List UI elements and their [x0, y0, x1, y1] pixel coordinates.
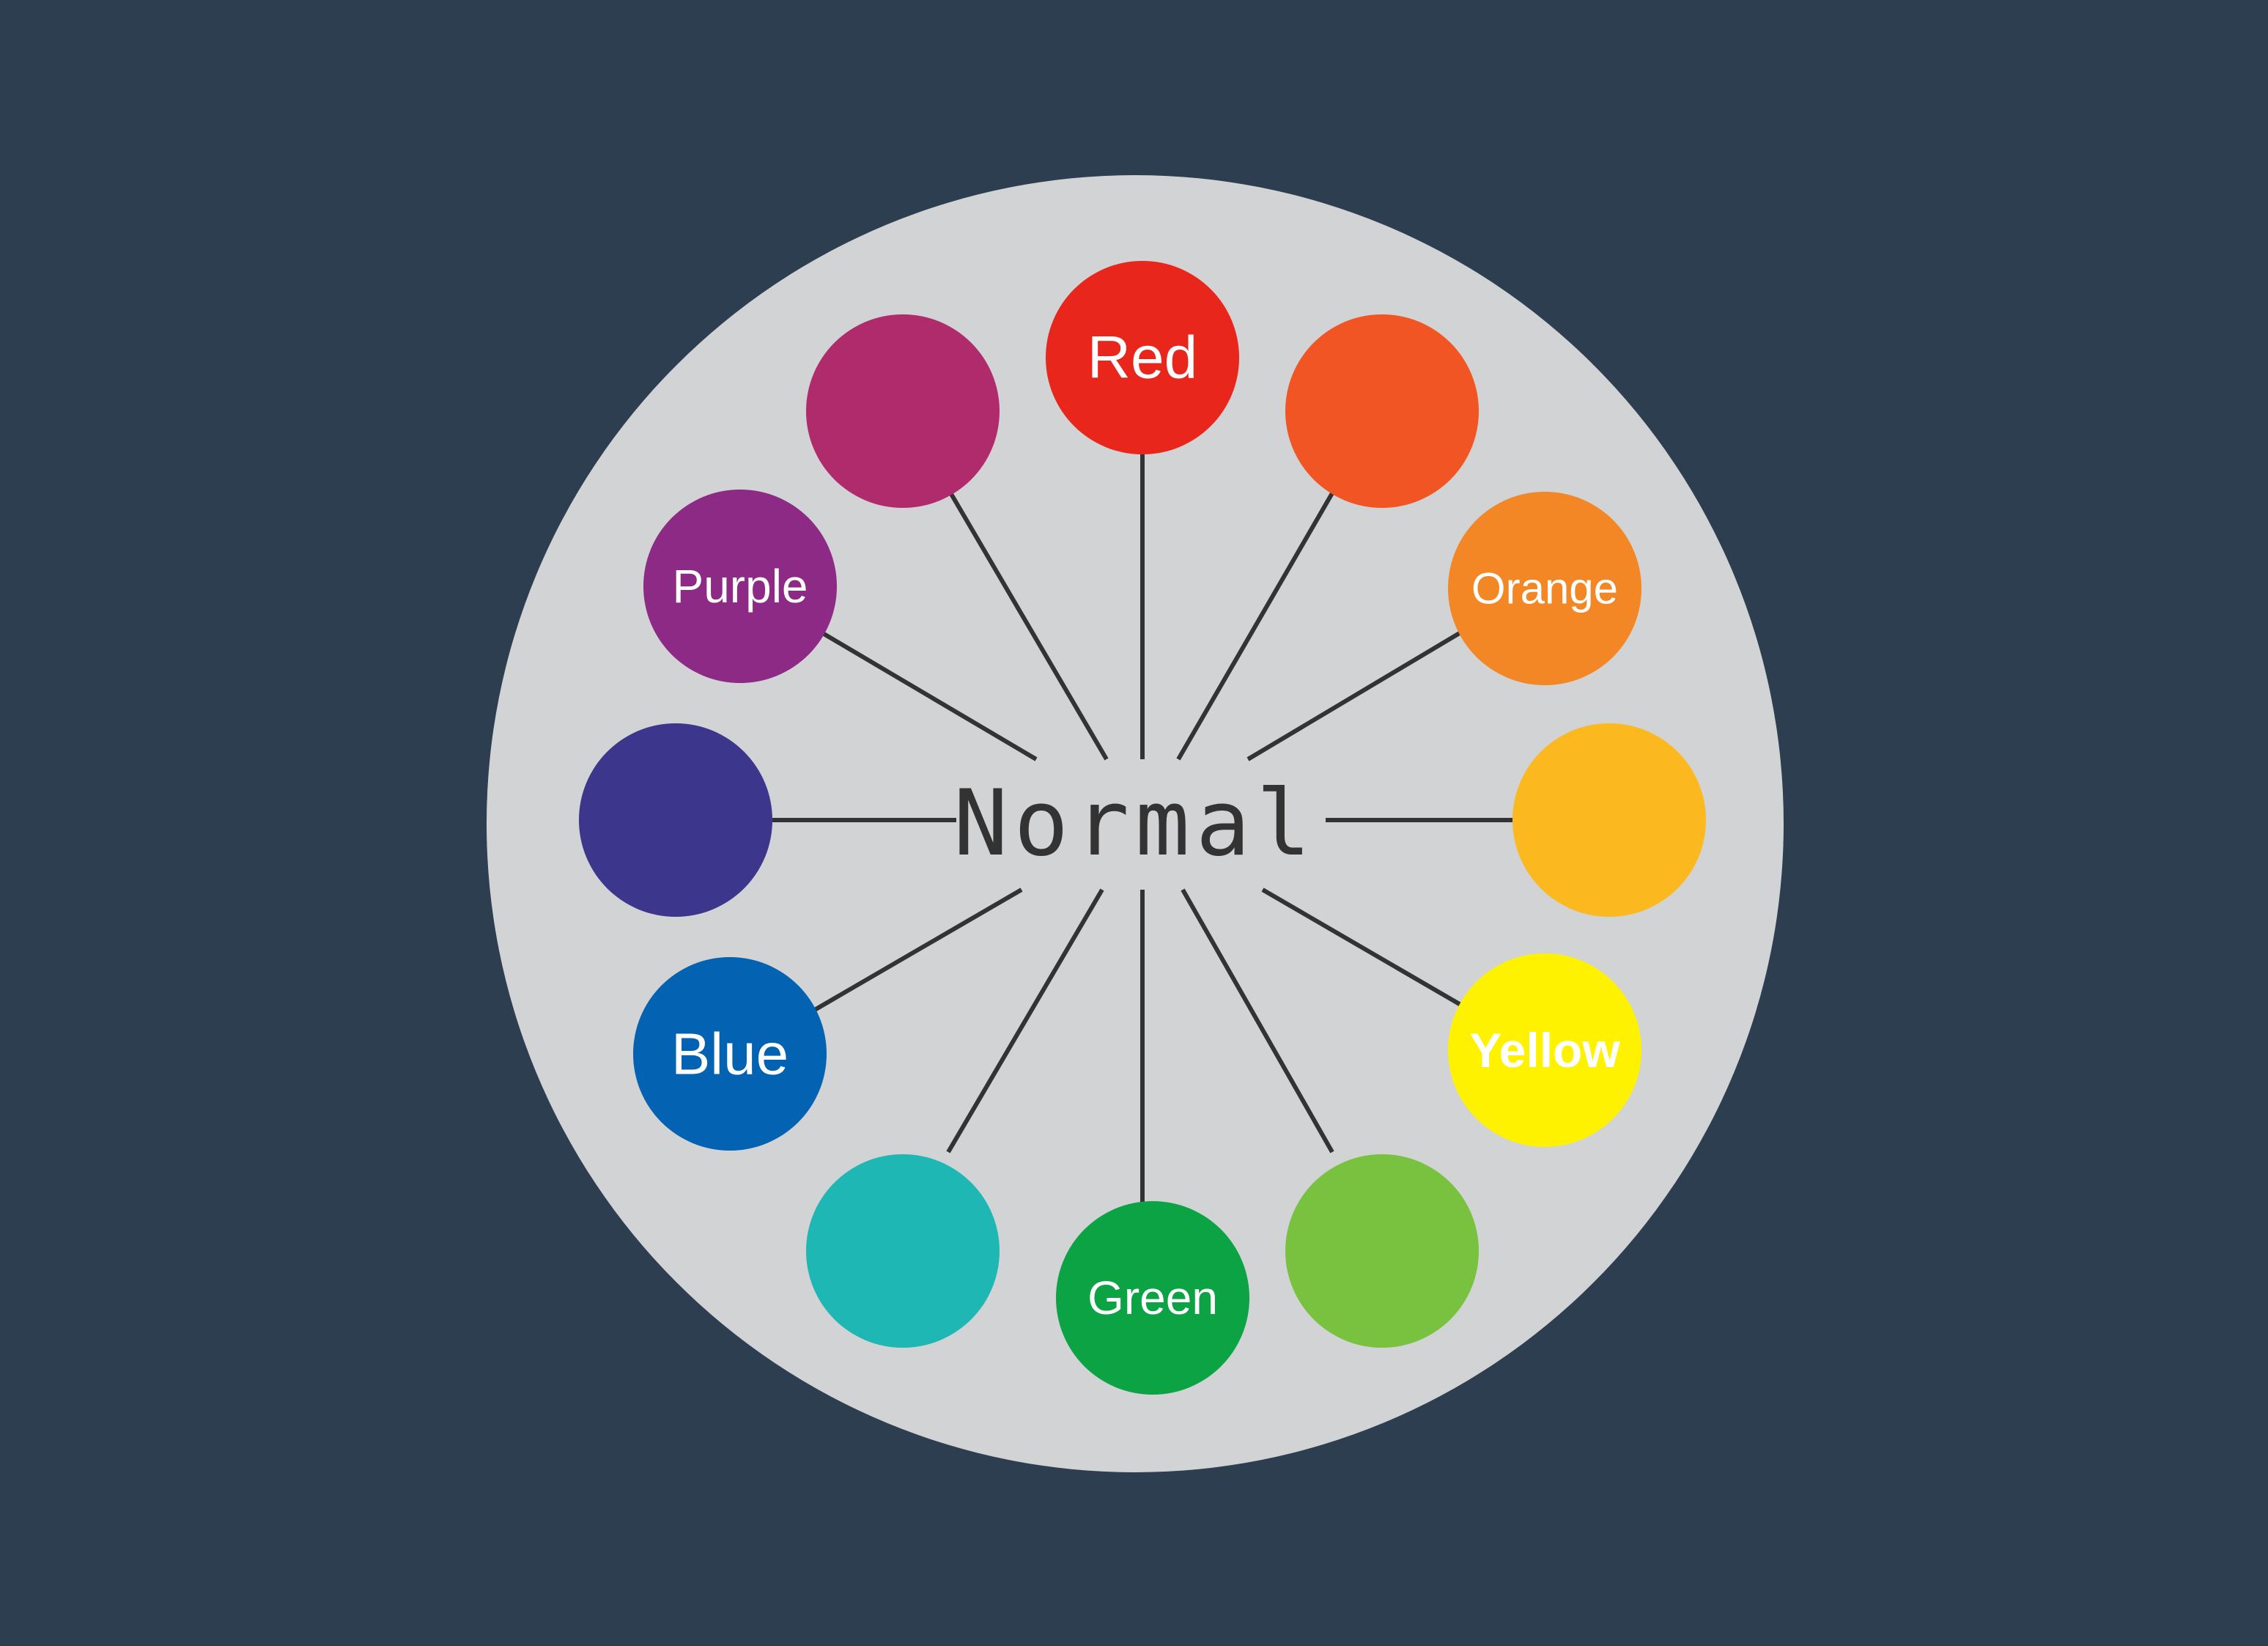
swatch-label-orange: Orange — [1471, 564, 1618, 613]
swatch-label-red: Red — [1087, 325, 1197, 391]
swatch-label-yellow: Yellow — [1469, 1023, 1620, 1077]
swatch-yellow-orange — [1512, 723, 1706, 917]
swatch-yellow-green — [1285, 1154, 1479, 1348]
swatch-label-blue: Blue — [671, 1022, 788, 1087]
swatch-label-purple: Purple — [673, 560, 808, 613]
center-label: Normal — [953, 771, 1317, 876]
swatch-blue-violet — [579, 723, 772, 917]
swatch-label-green: Green — [1087, 1272, 1218, 1324]
swatch-blue-green — [806, 1154, 1000, 1348]
swatch-red-orange — [1285, 314, 1479, 508]
swatch-red-violet — [806, 314, 1000, 508]
color-wheel-diagram: Red Orange Yellow Green Blue Purple Normal — [487, 175, 1784, 1472]
